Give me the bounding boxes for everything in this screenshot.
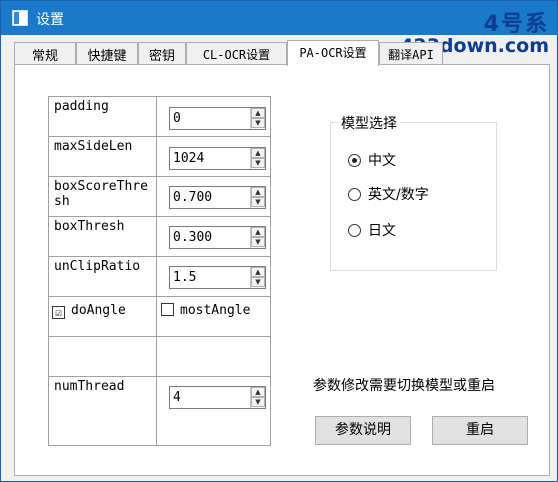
tab-translate-api[interactable]: 翻译API bbox=[379, 42, 443, 64]
spin-up-icon[interactable]: ▲ bbox=[251, 267, 265, 277]
boxscorethresh-spinbox[interactable]: 0.700 ▲ ▼ bbox=[169, 186, 266, 209]
spin-buttons: ▲ ▼ bbox=[250, 148, 265, 169]
doangle-checkbox-row[interactable]: ☑ doAngle bbox=[52, 303, 126, 319]
doangle-label: doAngle bbox=[71, 303, 126, 318]
spin-up-icon[interactable]: ▲ bbox=[251, 387, 265, 397]
tab-keys[interactable]: 密钥 bbox=[138, 42, 186, 64]
param-label-boxthresh: boxThresh bbox=[54, 219, 125, 234]
radio-empty-icon[interactable] bbox=[348, 188, 361, 201]
radio-selected-icon[interactable] bbox=[348, 154, 361, 167]
spin-down-icon[interactable]: ▼ bbox=[251, 158, 265, 168]
grid-cell bbox=[156, 336, 271, 377]
unclipratio-value[interactable]: 1.5 bbox=[173, 270, 196, 285]
grid-cell bbox=[48, 336, 157, 377]
restart-notice: 参数修改需要切换模型或重启 bbox=[313, 378, 495, 394]
param-label-unclipratio: unClipRatio bbox=[54, 259, 141, 274]
radio-english-label: 英文/数字 bbox=[368, 187, 429, 203]
settings-window: 设置 4号系 423down.com 常规 快捷键 密钥 CL-OCR设置 PA… bbox=[0, 0, 558, 482]
spin-up-icon[interactable]: ▲ bbox=[251, 148, 265, 158]
spin-down-icon[interactable]: ▼ bbox=[251, 277, 265, 287]
spin-buttons: ▲ ▼ bbox=[250, 187, 265, 208]
maxsidelen-spinbox[interactable]: 1024 ▲ ▼ bbox=[169, 147, 266, 170]
spin-down-icon[interactable]: ▼ bbox=[251, 397, 265, 407]
boxthresh-spinbox[interactable]: 0.300 ▲ ▼ bbox=[169, 226, 266, 249]
spin-up-icon[interactable]: ▲ bbox=[251, 108, 265, 118]
param-help-button[interactable]: 参数说明 bbox=[315, 416, 411, 445]
tab-pa-ocr[interactable]: PA-OCR设置 bbox=[287, 40, 379, 66]
param-label-maxsidelen: maxSideLen bbox=[54, 139, 133, 154]
spin-up-icon[interactable]: ▲ bbox=[251, 227, 265, 237]
spin-buttons: ▲ ▼ bbox=[250, 227, 265, 248]
spin-buttons: ▲ ▼ bbox=[250, 387, 265, 408]
radio-empty-icon[interactable] bbox=[348, 224, 361, 237]
radio-chinese-label: 中文 bbox=[368, 153, 396, 169]
param-label-numthread: numThread bbox=[54, 379, 125, 394]
padding-spinbox[interactable]: 0 ▲ ▼ bbox=[169, 107, 266, 130]
radio-english-digits[interactable]: 英文/数字 bbox=[348, 184, 429, 204]
spin-buttons: ▲ ▼ bbox=[250, 267, 265, 288]
mostangle-label: mostAngle bbox=[180, 303, 251, 318]
spin-down-icon[interactable]: ▼ bbox=[251, 197, 265, 207]
unclipratio-spinbox[interactable]: 1.5 ▲ ▼ bbox=[169, 266, 266, 289]
numthread-value[interactable]: 4 bbox=[173, 390, 181, 405]
mostangle-checkbox[interactable] bbox=[161, 303, 174, 316]
param-label-boxscorethresh: boxScoreThresh bbox=[54, 179, 148, 209]
mostangle-checkbox-row[interactable]: mostAngle bbox=[161, 303, 250, 318]
doangle-checkbox[interactable]: ☑ bbox=[52, 306, 65, 319]
param-label-padding: padding bbox=[54, 99, 109, 114]
title-bar[interactable]: 设置 4号系 423down.com bbox=[1, 1, 557, 56]
maxsidelen-value[interactable]: 1024 bbox=[173, 151, 204, 166]
app-icon bbox=[12, 10, 28, 26]
window-title: 设置 bbox=[36, 12, 64, 28]
radio-japanese-label: 日文 bbox=[368, 223, 396, 239]
radio-chinese[interactable]: 中文 bbox=[348, 150, 396, 170]
radio-japanese[interactable]: 日文 bbox=[348, 220, 396, 240]
padding-value[interactable]: 0 bbox=[173, 111, 181, 126]
numthread-spinbox[interactable]: 4 ▲ ▼ bbox=[169, 386, 266, 409]
tab-hotkeys[interactable]: 快捷键 bbox=[76, 42, 138, 64]
restart-button[interactable]: 重启 bbox=[432, 416, 528, 445]
tab-cl-ocr[interactable]: CL-OCR设置 bbox=[186, 42, 287, 64]
tab-general[interactable]: 常规 bbox=[14, 42, 76, 64]
spin-down-icon[interactable]: ▼ bbox=[251, 118, 265, 128]
spin-up-icon[interactable]: ▲ bbox=[251, 187, 265, 197]
model-group-title: 模型选择 bbox=[338, 113, 400, 133]
boxthresh-value[interactable]: 0.300 bbox=[173, 230, 212, 245]
boxscorethresh-value[interactable]: 0.700 bbox=[173, 190, 212, 205]
spin-buttons: ▲ ▼ bbox=[250, 108, 265, 129]
watermark-line1: 4号系 bbox=[483, 12, 549, 37]
spin-down-icon[interactable]: ▼ bbox=[251, 237, 265, 247]
